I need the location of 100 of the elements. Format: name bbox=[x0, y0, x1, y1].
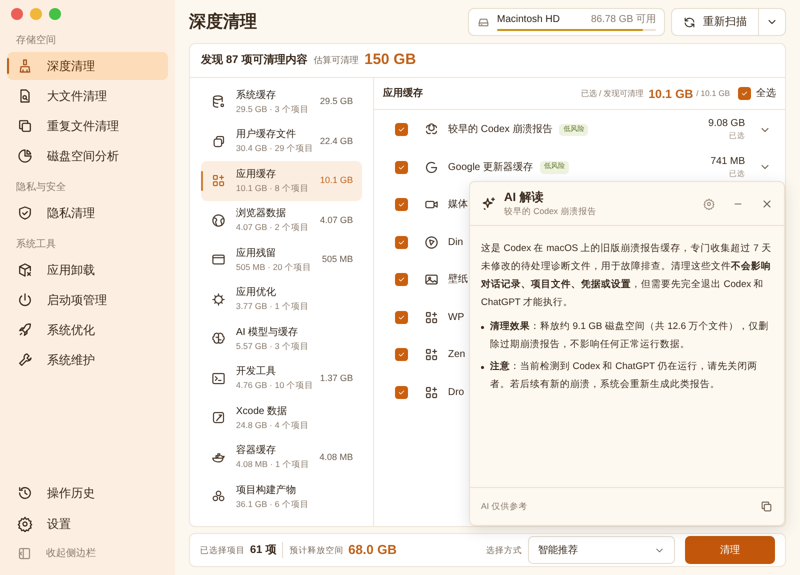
bullet-icon bbox=[481, 366, 484, 369]
close-button[interactable] bbox=[761, 198, 773, 210]
category-item[interactable]: 容器缓存 4.08 MB · 1 个项目 4.08 MB bbox=[201, 438, 362, 477]
category-name: 容器缓存 bbox=[236, 444, 277, 458]
category-summary: 5.57 GB · 3 个项目 bbox=[236, 340, 310, 352]
checkbox[interactable] bbox=[395, 348, 408, 362]
sidebar-item[interactable]: 系统维护 bbox=[7, 346, 168, 374]
explanation-text: 这是 Codex 在 macOS 上的旧版崩溃报告缓存，专门收集超过 7 天未修改的待处理诊断文件，用于故障排查。清理这些文件不会影响对话记录、项目文件、凭据或设置，但需要先完全退出 Codex 和 ChatGPT 才能执行。 bbox=[481, 242, 772, 310]
category-item[interactable]: 应用缓存 10.1 GB · 8 个项目 10.1 GB bbox=[201, 161, 362, 200]
category-item[interactable]: 用户缓存文件 30.4 GB · 29 个项目 22.4 GB bbox=[201, 122, 362, 161]
checkbox[interactable] bbox=[395, 123, 408, 136]
category-size: 1.37 GB bbox=[320, 372, 353, 384]
item-name: Google 更新器缓存 bbox=[448, 160, 534, 175]
item-name: 媒体 bbox=[448, 198, 468, 212]
item-name: WP bbox=[448, 310, 464, 325]
apps-icon bbox=[424, 347, 439, 362]
item-name: Din bbox=[448, 236, 464, 250]
history-icon bbox=[17, 485, 33, 501]
panel-subtitle: 较早的 Codex 崩溃报告 bbox=[504, 204, 598, 218]
category-item[interactable]: 系统缓存 29.5 GB · 3 个项目 29.5 GB bbox=[201, 82, 362, 122]
found-count: 发现 87 项可清理内容 bbox=[201, 52, 308, 68]
category-item[interactable]: 项目构建产物 36.1 GB · 6 个项目 bbox=[201, 477, 362, 516]
category-name: 开发工具 bbox=[236, 365, 277, 380]
checkbox[interactable] bbox=[395, 273, 408, 286]
check-icon bbox=[397, 200, 406, 210]
selected-label: 已选 / 发现可清理 bbox=[580, 88, 644, 100]
category-name: 应用残留 bbox=[236, 246, 277, 261]
settings-button[interactable] bbox=[703, 198, 715, 210]
window-icon bbox=[211, 252, 226, 268]
close-button[interactable] bbox=[11, 8, 23, 20]
power-icon bbox=[17, 292, 33, 308]
disk-name: Macintosh HD bbox=[497, 14, 560, 26]
section-title: 存储空间 bbox=[15, 34, 57, 48]
checkbox[interactable] bbox=[395, 386, 408, 399]
select-all-checkbox[interactable]: 全选 bbox=[738, 86, 776, 101]
category-name: 应用缓存 bbox=[236, 168, 277, 182]
terminal-icon bbox=[211, 370, 226, 386]
category-item[interactable]: 开发工具 4.76 GB · 10 个项目 1.37 GB bbox=[201, 358, 362, 398]
sidebar-item[interactable]: 系统优化 bbox=[7, 316, 168, 344]
selected-size: 10.1 GB bbox=[648, 86, 694, 102]
rocket-icon bbox=[17, 322, 33, 338]
sparkle-icon bbox=[481, 196, 497, 212]
category-item[interactable]: 应用优化 3.77 GB · 1 个项目 bbox=[201, 280, 362, 319]
category-name: Xcode 数据 bbox=[236, 404, 288, 419]
check-icon bbox=[397, 238, 406, 247]
check-icon bbox=[397, 275, 406, 284]
category-item[interactable]: 应用残留 505 MB · 20 个项目 505 MB bbox=[201, 240, 362, 280]
estimate-size: 150 GB bbox=[364, 50, 416, 70]
category-summary: 10.1 GB · 8 个项目 bbox=[236, 182, 310, 194]
settings-icon bbox=[703, 198, 715, 210]
database-icon bbox=[211, 94, 226, 110]
sidebar-item[interactable]: 磁盘空间分析 bbox=[7, 142, 168, 170]
sidebar-item[interactable]: 应用卸载 bbox=[7, 256, 168, 284]
mode-dropdown[interactable]: 智能推荐 bbox=[528, 536, 675, 564]
sidebar-icon bbox=[17, 546, 32, 560]
sidebar-item[interactable]: 隐私清理 bbox=[7, 199, 168, 227]
copy-button[interactable] bbox=[760, 500, 773, 513]
mode-label: 选择方式 bbox=[486, 544, 522, 556]
compass-icon bbox=[424, 234, 439, 250]
category-size: 22.4 GB bbox=[320, 134, 353, 148]
category-size: 4.07 GB bbox=[320, 214, 353, 226]
sidebar-item[interactable]: 大文件清理 bbox=[7, 82, 168, 110]
shield-check-icon bbox=[17, 205, 33, 221]
section-title: 应用缓存 bbox=[383, 86, 424, 101]
category-size: 29.5 GB bbox=[320, 95, 353, 108]
apps-icon bbox=[424, 384, 439, 400]
section-title: 隐私与安全 bbox=[15, 180, 67, 195]
category-size: 10.1 GB bbox=[320, 174, 353, 187]
check-icon bbox=[397, 350, 406, 360]
clean-button[interactable]: 清理 bbox=[685, 536, 775, 564]
sidebar-item[interactable]: 深度清理 bbox=[7, 52, 168, 80]
category-summary: 4.07 GB · 2 个项目 bbox=[236, 221, 310, 234]
item-name: Zen bbox=[448, 348, 466, 362]
page-title: 深度清理 bbox=[189, 11, 258, 34]
sidebar-item[interactable]: 设置 bbox=[7, 510, 168, 538]
collapse-sidebar-button[interactable]: 收起侧边栏 bbox=[7, 541, 168, 565]
globe-icon bbox=[211, 212, 226, 228]
sidebar-item[interactable]: 操作历史 bbox=[7, 479, 168, 507]
total-size: / 10.1 GB bbox=[696, 88, 730, 100]
sidebar-item[interactable]: 启动项管理 bbox=[7, 286, 168, 314]
apps-icon bbox=[424, 310, 439, 325]
apps-icon bbox=[211, 173, 226, 188]
checkbox[interactable] bbox=[395, 198, 408, 212]
item-name: 壁纸 bbox=[448, 272, 468, 288]
sidebar-item[interactable]: 重复文件清理 bbox=[7, 112, 168, 140]
item-size: 741 MB bbox=[710, 156, 745, 168]
bullet-text: 清理效果：释放约 9.1 GB 磁盘空间（共 12.6 万个文件），仅删除过期崩溃报告，不影响任何正常运行数据。 bbox=[490, 320, 770, 352]
checkbox[interactable] bbox=[395, 310, 408, 324]
checkbox[interactable] bbox=[395, 160, 408, 174]
category-item[interactable]: 浏览器数据 4.07 GB · 2 个项目 4.07 GB bbox=[201, 200, 362, 240]
item-name: Dro bbox=[448, 386, 464, 400]
category-item[interactable]: Xcode 数据 24.8 GB · 4 个项目 bbox=[201, 398, 362, 438]
category-item[interactable]: AI 模型与缓存 5.57 GB · 3 个项目 bbox=[201, 319, 362, 358]
copy-icon bbox=[760, 500, 773, 513]
selected-items-count: 61 项 bbox=[250, 542, 284, 558]
section-title: 系统工具 bbox=[15, 238, 57, 252]
category-summary: 4.08 MB · 1 个项目 bbox=[236, 458, 310, 470]
zoom-button[interactable] bbox=[49, 8, 61, 20]
bullet-icon bbox=[481, 326, 484, 329]
checkbox[interactable] bbox=[395, 236, 408, 249]
